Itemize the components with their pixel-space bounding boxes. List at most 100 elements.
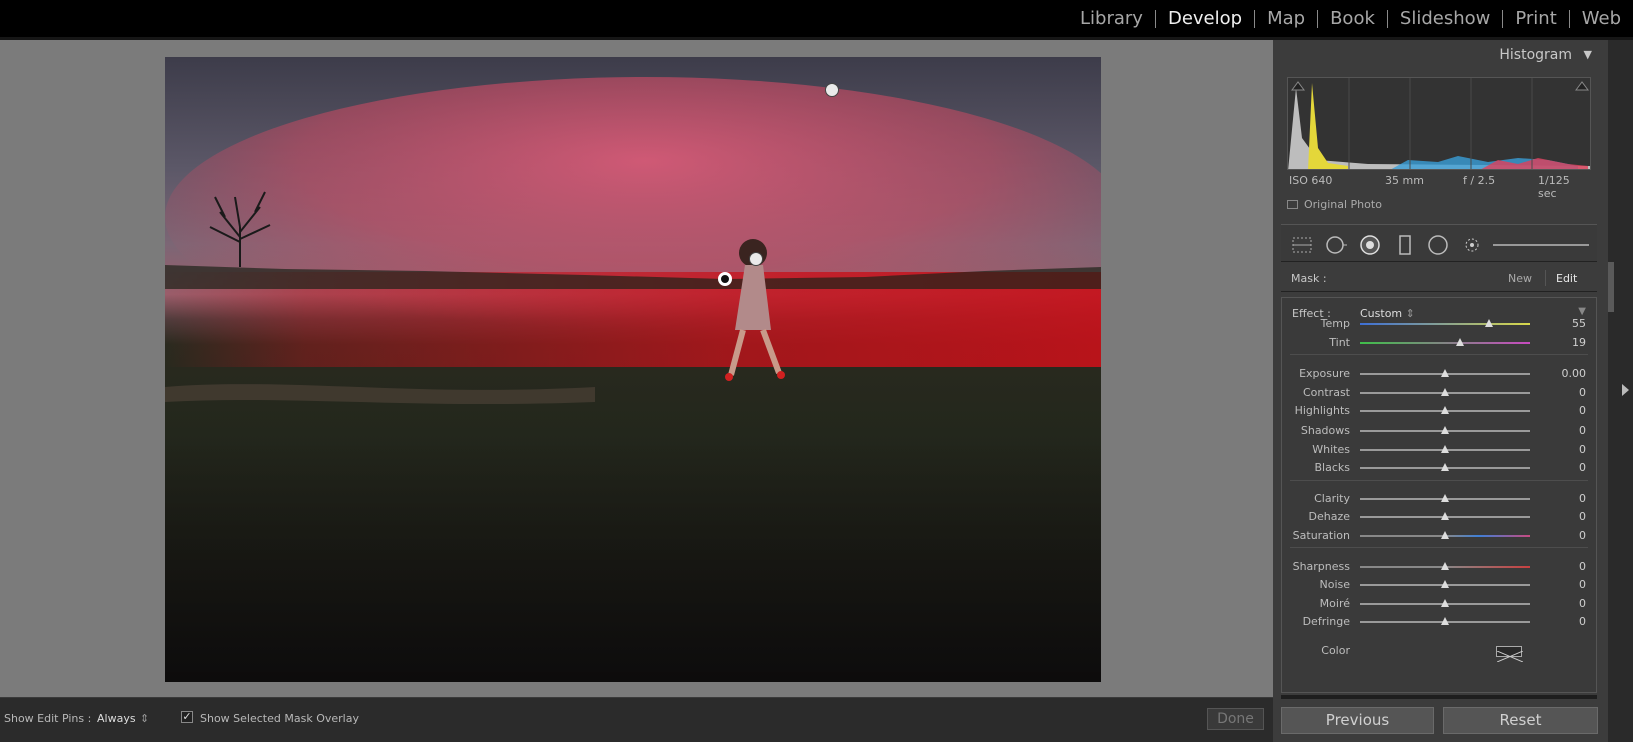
shadow-clipping-icon[interactable] <box>1291 81 1305 91</box>
module-develop[interactable]: Develop <box>1154 9 1254 28</box>
shadows-slider-thumb[interactable] <box>1441 426 1449 434</box>
moir-slider[interactable] <box>1360 599 1530 607</box>
reset-button[interactable]: Reset <box>1443 707 1598 734</box>
whites-value[interactable]: 0 <box>1579 443 1586 456</box>
shadows-value[interactable]: 0 <box>1579 424 1586 437</box>
moir-value[interactable]: 0 <box>1579 597 1586 610</box>
saturation-slider-thumb[interactable] <box>1441 531 1449 539</box>
color-label: Color <box>1321 644 1350 657</box>
highlights-slider-row: Highlights 0 <box>1282 402 1596 420</box>
module-list: Library Develop Map Book Slideshow Print… <box>1068 0 1633 37</box>
image-canvas[interactable] <box>0 40 1273 697</box>
blacks-slider[interactable] <box>1360 463 1530 471</box>
clarity-slider[interactable] <box>1360 494 1530 502</box>
mask-label: Mask : <box>1291 272 1327 285</box>
shadows-slider-row: Shadows 0 <box>1282 422 1596 440</box>
highlights-slider[interactable] <box>1360 406 1530 414</box>
section-divider <box>1290 354 1588 355</box>
whites-slider[interactable] <box>1360 445 1530 453</box>
noise-slider[interactable] <box>1360 580 1530 588</box>
module-print[interactable]: Print <box>1502 9 1568 28</box>
dehaze-slider-thumb[interactable] <box>1441 512 1449 520</box>
original-photo-checkbox[interactable] <box>1287 200 1298 209</box>
defringe-label: Defringe <box>1302 615 1350 628</box>
crop-icon[interactable] <box>1394 234 1416 256</box>
contrast-value[interactable]: 0 <box>1579 386 1586 399</box>
module-web[interactable]: Web <box>1568 9 1633 28</box>
panel-collapse-arrow-icon[interactable] <box>1622 384 1629 396</box>
noise-slider-thumb[interactable] <box>1441 580 1449 588</box>
contrast-slider[interactable] <box>1360 388 1530 396</box>
exposure-slider-row: Exposure 0.00 <box>1282 365 1596 383</box>
edit-pin-inactive-1[interactable] <box>825 83 839 97</box>
sharpness-slider-row: Sharpness 0 <box>1282 558 1596 576</box>
edit-pin-inactive-2[interactable] <box>749 252 763 266</box>
sharpness-slider[interactable] <box>1360 562 1530 570</box>
histogram-graph[interactable] <box>1287 77 1591 170</box>
tint-slider-thumb[interactable] <box>1456 338 1465 346</box>
temp-slider[interactable] <box>1360 319 1530 327</box>
whites-slider-row: Whites 0 <box>1282 441 1596 459</box>
blacks-value[interactable]: 0 <box>1579 461 1586 474</box>
panel-scrollbar-thumb[interactable] <box>1608 262 1614 312</box>
mask-overlay-checkbox[interactable]: ✓ <box>181 711 193 723</box>
adjustment-brush-icon[interactable] <box>1461 234 1483 256</box>
disclosure-triangle-icon[interactable]: ▼ <box>1584 48 1592 61</box>
sharpness-value[interactable]: 0 <box>1579 560 1586 573</box>
clarity-value[interactable]: 0 <box>1579 492 1586 505</box>
tool-size-slider[interactable] <box>1493 244 1589 246</box>
defringe-value[interactable]: 0 <box>1579 615 1586 628</box>
exif-info-row: ISO 640 35 mm f / 2.5 1/125 sec <box>1287 172 1591 200</box>
show-edit-pins-dropdown[interactable]: Always <box>97 712 136 725</box>
tint-slider[interactable] <box>1360 338 1530 346</box>
panel-end-bar <box>1281 695 1597 699</box>
graduated-filter-icon[interactable] <box>1291 234 1313 256</box>
blacks-slider-row: Blacks 0 <box>1282 459 1596 477</box>
color-swatch[interactable] <box>1496 646 1524 663</box>
exposure-slider-thumb[interactable] <box>1441 369 1449 377</box>
temp-slider-thumb[interactable] <box>1485 319 1494 327</box>
dehaze-label: Dehaze <box>1308 510 1351 523</box>
mask-new-button[interactable]: New <box>1508 272 1532 285</box>
spot-removal-icon[interactable] <box>1325 234 1347 256</box>
edit-pin-selected[interactable] <box>718 272 732 286</box>
module-library[interactable]: Library <box>1068 9 1155 28</box>
saturation-value[interactable]: 0 <box>1579 529 1586 542</box>
scene-layer <box>165 77 1101 682</box>
whites-slider-thumb[interactable] <box>1441 445 1449 453</box>
highlight-clipping-icon[interactable] <box>1575 81 1589 91</box>
dehaze-slider[interactable] <box>1360 512 1530 520</box>
module-slideshow[interactable]: Slideshow <box>1386 9 1502 28</box>
exposure-slider[interactable] <box>1360 369 1530 377</box>
clarity-slider-thumb[interactable] <box>1441 494 1449 502</box>
red-eye-icon[interactable] <box>1427 234 1449 256</box>
done-button[interactable]: Done <box>1207 708 1264 730</box>
defringe-slider[interactable] <box>1360 617 1530 625</box>
tint-value[interactable]: 19 <box>1572 336 1586 349</box>
mask-edit-button[interactable]: Edit <box>1556 272 1577 285</box>
temp-value[interactable]: 55 <box>1572 317 1586 330</box>
shutter-speed-value: 1/125 sec <box>1538 174 1570 200</box>
photo-preview[interactable] <box>165 57 1101 682</box>
highlights-value[interactable]: 0 <box>1579 404 1586 417</box>
exposure-value[interactable]: 0.00 <box>1562 367 1587 380</box>
histogram-header[interactable]: Histogram ▼ <box>1280 40 1598 68</box>
defringe-slider-thumb[interactable] <box>1441 617 1449 625</box>
shadows-slider[interactable] <box>1360 426 1530 434</box>
puddle-path <box>165 384 595 405</box>
moir-slider-row: Moiré 0 <box>1282 595 1596 613</box>
sharpness-slider-thumb[interactable] <box>1441 562 1449 570</box>
histogram-title: Histogram <box>1499 47 1572 63</box>
previous-button[interactable]: Previous <box>1281 707 1434 734</box>
noise-value[interactable]: 0 <box>1579 578 1586 591</box>
module-map[interactable]: Map <box>1254 9 1317 28</box>
moir-slider-thumb[interactable] <box>1441 599 1449 607</box>
highlights-slider-thumb[interactable] <box>1441 406 1449 414</box>
contrast-slider-thumb[interactable] <box>1441 388 1449 396</box>
dehaze-value[interactable]: 0 <box>1579 510 1586 523</box>
saturation-slider[interactable] <box>1360 531 1530 539</box>
radial-filter-icon[interactable] <box>1359 234 1381 256</box>
module-book[interactable]: Book <box>1317 9 1387 28</box>
blacks-slider-thumb[interactable] <box>1441 463 1449 471</box>
original-photo-toggle[interactable]: Original Photo <box>1287 198 1382 211</box>
